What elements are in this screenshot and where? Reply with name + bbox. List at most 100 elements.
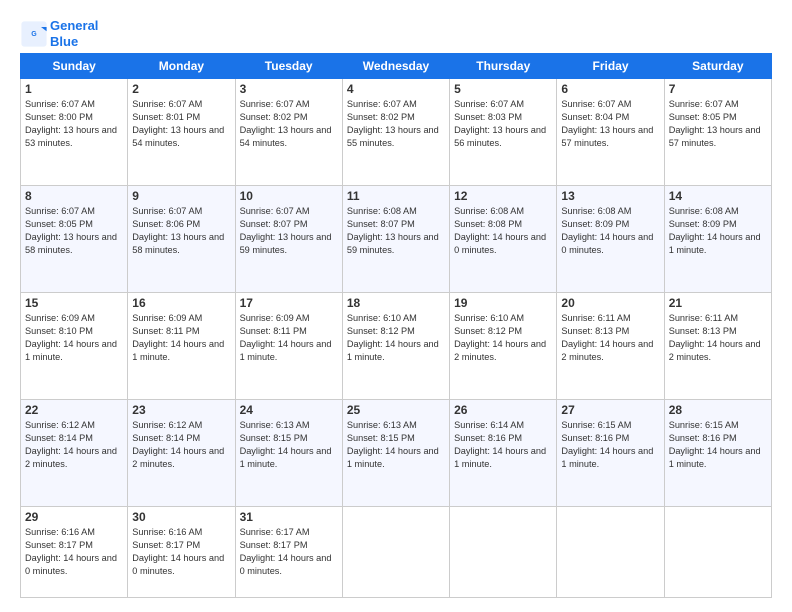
cell-sunset: Sunset: 8:02 PM	[240, 111, 338, 124]
calendar-cell: 22 Sunrise: 6:12 AM Sunset: 8:14 PM Dayl…	[21, 400, 128, 507]
day-number: 18	[347, 296, 445, 310]
day-number: 7	[669, 82, 767, 96]
cell-sunrise: Sunrise: 6:08 AM	[669, 205, 767, 218]
day-number: 29	[25, 510, 123, 524]
cell-sunrise: Sunrise: 6:13 AM	[240, 419, 338, 432]
weekday-header-tuesday: Tuesday	[235, 54, 342, 79]
cell-daylight: Daylight: 14 hours and 0 minutes.	[454, 231, 552, 257]
cell-daylight: Daylight: 14 hours and 1 minute.	[25, 338, 123, 364]
cell-sunset: Sunset: 8:11 PM	[240, 325, 338, 338]
header: G General Blue	[20, 18, 772, 49]
day-number: 4	[347, 82, 445, 96]
cell-sunrise: Sunrise: 6:07 AM	[669, 98, 767, 111]
cell-daylight: Daylight: 14 hours and 1 minute.	[669, 231, 767, 257]
cell-daylight: Daylight: 14 hours and 2 minutes.	[561, 338, 659, 364]
day-number: 17	[240, 296, 338, 310]
day-number: 15	[25, 296, 123, 310]
cell-sunrise: Sunrise: 6:10 AM	[347, 312, 445, 325]
cell-sunrise: Sunrise: 6:13 AM	[347, 419, 445, 432]
cell-sunrise: Sunrise: 6:07 AM	[25, 98, 123, 111]
cell-daylight: Daylight: 14 hours and 1 minute.	[240, 338, 338, 364]
cell-sunrise: Sunrise: 6:07 AM	[561, 98, 659, 111]
cell-sunset: Sunset: 8:02 PM	[347, 111, 445, 124]
cell-sunset: Sunset: 8:15 PM	[347, 432, 445, 445]
day-number: 6	[561, 82, 659, 96]
day-number: 8	[25, 189, 123, 203]
cell-sunrise: Sunrise: 6:16 AM	[132, 526, 230, 539]
calendar-cell: 28 Sunrise: 6:15 AM Sunset: 8:16 PM Dayl…	[664, 400, 771, 507]
cell-sunset: Sunset: 8:04 PM	[561, 111, 659, 124]
cell-daylight: Daylight: 14 hours and 0 minutes.	[561, 231, 659, 257]
calendar-cell: 14 Sunrise: 6:08 AM Sunset: 8:09 PM Dayl…	[664, 186, 771, 293]
day-number: 11	[347, 189, 445, 203]
cell-daylight: Daylight: 13 hours and 58 minutes.	[25, 231, 123, 257]
day-number: 23	[132, 403, 230, 417]
calendar-cell: 25 Sunrise: 6:13 AM Sunset: 8:15 PM Dayl…	[342, 400, 449, 507]
weekday-header-saturday: Saturday	[664, 54, 771, 79]
cell-sunrise: Sunrise: 6:07 AM	[240, 205, 338, 218]
cell-daylight: Daylight: 14 hours and 1 minute.	[669, 445, 767, 471]
cell-daylight: Daylight: 13 hours and 54 minutes.	[240, 124, 338, 150]
cell-daylight: Daylight: 13 hours and 53 minutes.	[25, 124, 123, 150]
day-number: 19	[454, 296, 552, 310]
day-number: 30	[132, 510, 230, 524]
day-number: 1	[25, 82, 123, 96]
calendar-cell: 27 Sunrise: 6:15 AM Sunset: 8:16 PM Dayl…	[557, 400, 664, 507]
cell-sunrise: Sunrise: 6:12 AM	[25, 419, 123, 432]
cell-daylight: Daylight: 13 hours and 58 minutes.	[132, 231, 230, 257]
svg-text:G: G	[31, 30, 37, 37]
cell-sunrise: Sunrise: 6:11 AM	[561, 312, 659, 325]
cell-sunset: Sunset: 8:07 PM	[240, 218, 338, 231]
day-number: 20	[561, 296, 659, 310]
cell-sunset: Sunset: 8:17 PM	[25, 539, 123, 552]
logo: G General Blue	[20, 18, 98, 49]
day-number: 13	[561, 189, 659, 203]
cell-sunrise: Sunrise: 6:07 AM	[132, 205, 230, 218]
cell-sunset: Sunset: 8:12 PM	[347, 325, 445, 338]
calendar-cell: 17 Sunrise: 6:09 AM Sunset: 8:11 PM Dayl…	[235, 293, 342, 400]
cell-daylight: Daylight: 14 hours and 1 minute.	[132, 338, 230, 364]
day-number: 28	[669, 403, 767, 417]
cell-sunrise: Sunrise: 6:15 AM	[669, 419, 767, 432]
calendar-cell: 15 Sunrise: 6:09 AM Sunset: 8:10 PM Dayl…	[21, 293, 128, 400]
calendar-cell: 7 Sunrise: 6:07 AM Sunset: 8:05 PM Dayli…	[664, 79, 771, 186]
calendar-cell: 16 Sunrise: 6:09 AM Sunset: 8:11 PM Dayl…	[128, 293, 235, 400]
calendar-cell: 19 Sunrise: 6:10 AM Sunset: 8:12 PM Dayl…	[450, 293, 557, 400]
day-number: 16	[132, 296, 230, 310]
calendar-cell: 5 Sunrise: 6:07 AM Sunset: 8:03 PM Dayli…	[450, 79, 557, 186]
calendar-table: SundayMondayTuesdayWednesdayThursdayFrid…	[20, 53, 772, 598]
calendar-week-row: 22 Sunrise: 6:12 AM Sunset: 8:14 PM Dayl…	[21, 400, 772, 507]
cell-sunset: Sunset: 8:14 PM	[25, 432, 123, 445]
cell-sunset: Sunset: 8:14 PM	[132, 432, 230, 445]
calendar-cell	[557, 507, 664, 598]
cell-daylight: Daylight: 14 hours and 0 minutes.	[132, 552, 230, 578]
calendar-week-row: 15 Sunrise: 6:09 AM Sunset: 8:10 PM Dayl…	[21, 293, 772, 400]
calendar-cell: 24 Sunrise: 6:13 AM Sunset: 8:15 PM Dayl…	[235, 400, 342, 507]
logo-icon: G	[20, 20, 48, 48]
cell-sunrise: Sunrise: 6:07 AM	[347, 98, 445, 111]
day-number: 3	[240, 82, 338, 96]
cell-daylight: Daylight: 13 hours and 55 minutes.	[347, 124, 445, 150]
calendar-cell: 21 Sunrise: 6:11 AM Sunset: 8:13 PM Dayl…	[664, 293, 771, 400]
cell-sunset: Sunset: 8:08 PM	[454, 218, 552, 231]
day-number: 22	[25, 403, 123, 417]
cell-sunrise: Sunrise: 6:11 AM	[669, 312, 767, 325]
cell-sunset: Sunset: 8:15 PM	[240, 432, 338, 445]
cell-sunrise: Sunrise: 6:07 AM	[25, 205, 123, 218]
calendar-cell: 8 Sunrise: 6:07 AM Sunset: 8:05 PM Dayli…	[21, 186, 128, 293]
cell-sunset: Sunset: 8:00 PM	[25, 111, 123, 124]
calendar-cell: 23 Sunrise: 6:12 AM Sunset: 8:14 PM Dayl…	[128, 400, 235, 507]
calendar-cell: 3 Sunrise: 6:07 AM Sunset: 8:02 PM Dayli…	[235, 79, 342, 186]
cell-sunset: Sunset: 8:09 PM	[561, 218, 659, 231]
day-number: 21	[669, 296, 767, 310]
day-number: 2	[132, 82, 230, 96]
weekday-header-wednesday: Wednesday	[342, 54, 449, 79]
cell-sunrise: Sunrise: 6:09 AM	[25, 312, 123, 325]
day-number: 14	[669, 189, 767, 203]
cell-sunset: Sunset: 8:12 PM	[454, 325, 552, 338]
cell-daylight: Daylight: 14 hours and 1 minute.	[561, 445, 659, 471]
cell-sunset: Sunset: 8:17 PM	[240, 539, 338, 552]
cell-sunset: Sunset: 8:06 PM	[132, 218, 230, 231]
calendar-cell: 12 Sunrise: 6:08 AM Sunset: 8:08 PM Dayl…	[450, 186, 557, 293]
weekday-header-sunday: Sunday	[21, 54, 128, 79]
